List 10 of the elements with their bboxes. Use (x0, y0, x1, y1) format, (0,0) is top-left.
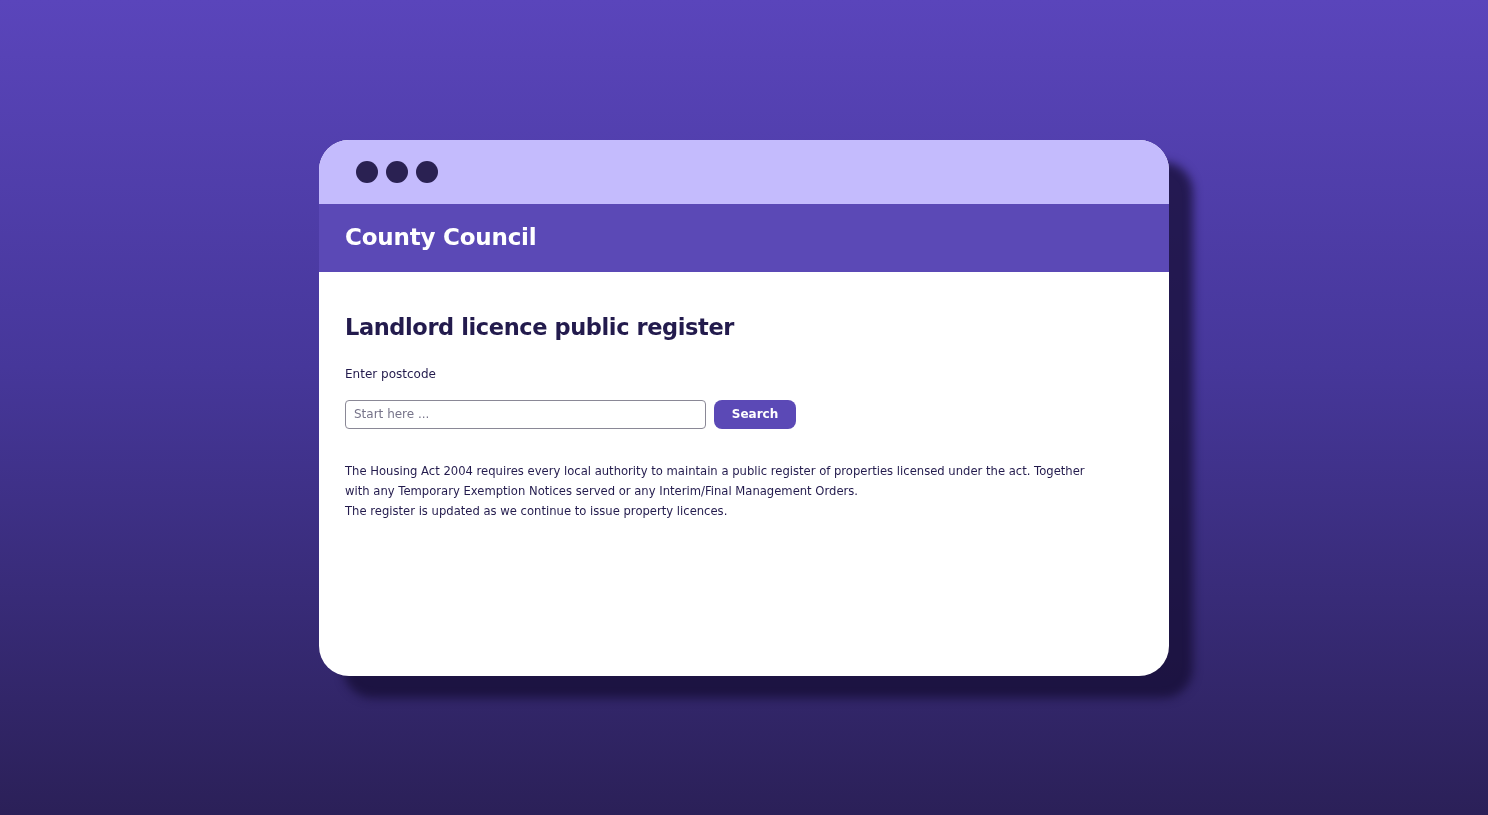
site-title: County Council (345, 223, 537, 252)
search-button[interactable]: Search (714, 399, 796, 429)
postcode-label: Enter postcode (345, 365, 436, 383)
window-dot-icon (356, 160, 378, 183)
page-heading: Landlord licence public register (345, 313, 736, 341)
description-text: The register is updated as we continue to issue property licences. (345, 502, 729, 520)
window-dot-icon (416, 160, 438, 183)
postcode-input-field[interactable]: Start here ... (345, 399, 706, 429)
window-dot-icon (386, 160, 408, 183)
description-text: The Housing Act 2004 requires every local authority to maintain a public register of properties licensed under the act. Together with any Temporary Exemption Notices served or any Interim/Final Management Orders. (345, 462, 1086, 500)
